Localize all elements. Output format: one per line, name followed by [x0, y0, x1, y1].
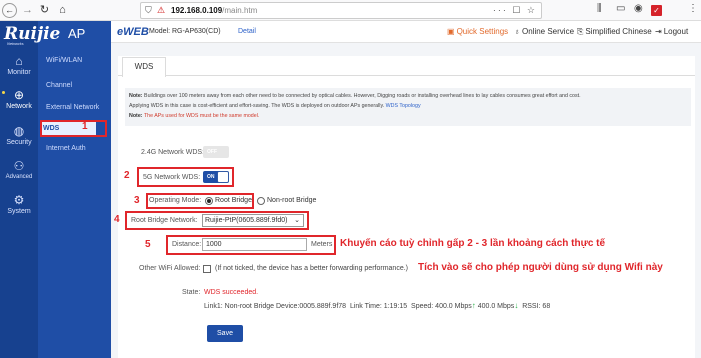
eweb-logo: eWEB — [117, 26, 149, 38]
download-arrow-icon: ↓ — [514, 301, 519, 310]
wifi-tip: Tích vào sẽ cho phép người dùng sử dụng … — [418, 262, 663, 273]
note-line-3: Note: The APs used for WDS must be the s… — [129, 113, 260, 119]
wds5-toggle[interactable]: ON — [203, 171, 229, 183]
other-wifi-checkbox[interactable] — [203, 265, 211, 273]
chevron-down-icon: ⌄ — [294, 217, 300, 224]
headset-icon: ♁ — [514, 27, 520, 36]
forward-icon[interactable]: → — [20, 3, 35, 18]
sidebar-item-channel[interactable]: Channel — [46, 82, 72, 89]
browser-toolbar: ← → ↻ ⌂ ⛉ ⚠ 192.168.0.109/main.htm ··· ☐… — [0, 0, 701, 21]
quick-settings-button[interactable]: ▣ Quick Settings — [447, 27, 508, 36]
rail-network[interactable]: ⊕ Network — [0, 89, 38, 111]
page-actions[interactable]: ··· ☐ ☆ — [493, 5, 537, 16]
tab-bar: WDS — [118, 56, 695, 77]
state-value: WDS succeeded. — [204, 289, 259, 296]
step-2-marker: 2 — [124, 170, 130, 181]
shield-icon: ◍ — [13, 124, 25, 138]
back-icon[interactable]: ← — [2, 3, 17, 18]
note-box: Note: Buildings over 100 meters away fro… — [125, 88, 691, 126]
step-5-marker: 5 — [145, 239, 151, 250]
wds24-label: 2.4G Network WDS: — [141, 149, 205, 156]
wds-topology-link[interactable]: WDS Topology — [386, 103, 421, 109]
radio-non-root-bridge[interactable] — [257, 197, 265, 205]
header: eWEB Model: RG-AP630(CD) Detail ▣ Quick S… — [111, 21, 701, 43]
toggle-knob — [218, 172, 228, 182]
note-line-1: Note: Buildings over 100 meters away fro… — [129, 93, 581, 99]
sidebar-toggle-icon[interactable]: ▭ — [616, 3, 625, 14]
rail-monitor[interactable]: ⌂ Monitor — [0, 55, 38, 77]
model-label: Model: RG-AP630(CD) — [149, 28, 221, 35]
logout-icon: ⇥ — [655, 27, 662, 36]
step-3-marker: 3 — [134, 195, 140, 206]
wds24-toggle[interactable]: OFF — [203, 146, 229, 158]
radio-non-root-bridge-label: Non-root Bridge — [267, 197, 317, 204]
sidebar-item-external-network[interactable]: External Network — [46, 104, 99, 111]
distance-unit: Meters — [311, 241, 333, 248]
online-service-button[interactable]: ♁ Online Service — [514, 27, 574, 36]
library-icon[interactable]: ⫼ — [597, 3, 602, 14]
link-info: Link1: Non-root Bridge Device:0005.889f.… — [204, 301, 551, 310]
detail-link[interactable]: Detail — [238, 28, 256, 35]
distance-input[interactable]: 1000 — [202, 238, 307, 251]
highlight-wds — [40, 120, 107, 137]
globe-icon: ⊕ — [13, 88, 25, 102]
radio-root-bridge-label: Root Bridge — [215, 197, 252, 204]
menu-icon[interactable]: ⋮ — [688, 3, 698, 14]
gear-icon: ⚙ — [13, 193, 25, 207]
other-wifi-label: Other WiFi Allowed: — [139, 265, 201, 272]
tab-wds[interactable]: WDS — [122, 57, 166, 77]
quick-settings-icon: ▣ — [447, 27, 455, 36]
insecure-lock-icon: ⚠ — [157, 5, 166, 15]
other-wifi-hint: (If not ticked, the device has a better … — [215, 265, 408, 272]
root-network-select[interactable]: Ruijie-PtP(0605.889f.9fd0) ⌄ — [202, 214, 304, 227]
users-icon: ⚇ — [13, 159, 25, 173]
wds5-label: 5G Network WDS: — [143, 174, 201, 181]
step-4-marker: 4 — [114, 214, 120, 225]
radio-root-bridge[interactable] — [205, 197, 213, 205]
reload-icon[interactable]: ↻ — [37, 3, 52, 18]
home-icon[interactable]: ⌂ — [55, 3, 70, 18]
language-button[interactable]: ⎘ Simplified Chinese — [577, 27, 652, 37]
account-icon[interactable]: ◉ — [634, 3, 643, 14]
shield-icon: ⛉ — [145, 5, 152, 15]
distance-tip: Khuyến cáo tuỳ chỉnh gấp 2 - 3 lần khoản… — [340, 238, 606, 249]
home-icon: ⌂ — [15, 54, 23, 68]
language-icon: ⎘ — [577, 27, 584, 36]
root-network-label: Root Bridge Network: — [131, 217, 198, 224]
logo: Ruijie Networks AP — [4, 24, 86, 46]
url-text: 192.168.0.109/main.htm — [171, 6, 258, 15]
rail-advanced[interactable]: ⚇ Advanced — [0, 160, 38, 182]
distance-label: Distance: — [172, 241, 202, 248]
sidebar: Ruijie Networks AP ⌂ Monitor ⊕ Network ◍… — [0, 21, 111, 358]
save-button[interactable]: Save — [207, 325, 243, 342]
note-line-2: Applying WDS in this case is cost-effici… — [129, 103, 421, 109]
address-bar[interactable]: ⛉ ⚠ 192.168.0.109/main.htm ··· ☐ ☆ — [140, 2, 542, 19]
extension-icon[interactable]: ✓ — [651, 5, 662, 16]
rail-security[interactable]: ◍ Security — [0, 125, 38, 147]
upload-arrow-icon: ↑ — [471, 301, 476, 310]
logout-button[interactable]: ⇥ Logout — [655, 27, 688, 36]
sidebar-item-wifi-wlan[interactable]: WiFi/WLAN — [46, 57, 82, 64]
sidebar-item-internet-auth[interactable]: Internet Auth — [46, 145, 86, 152]
step-1-marker: 1 — [82, 121, 88, 132]
operating-mode-label: Operating Mode: — [149, 197, 202, 204]
rail-system[interactable]: ⚙ System — [0, 194, 38, 216]
state-label: State: — [182, 289, 201, 296]
active-dot — [2, 91, 5, 94]
